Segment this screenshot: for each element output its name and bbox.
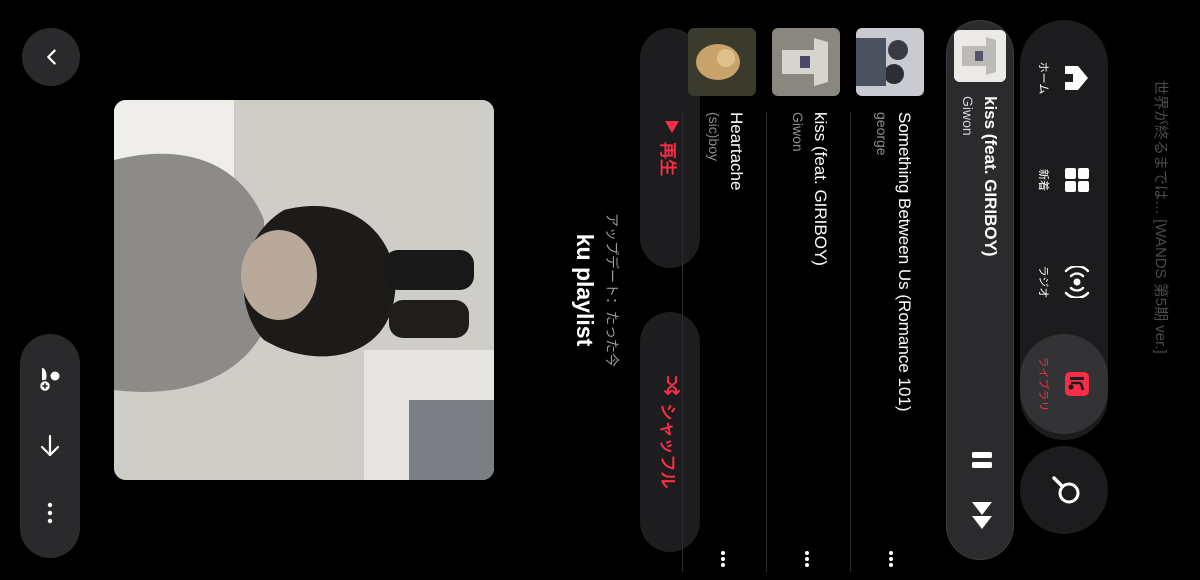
pause-button[interactable] bbox=[960, 440, 1000, 480]
song-artwork bbox=[772, 28, 840, 96]
radio-icon bbox=[1059, 265, 1092, 299]
song-artist: Giwon bbox=[790, 112, 806, 152]
tab-home-label: ホーム bbox=[1037, 61, 1050, 95]
song-title: Something Between Us (Romance 101) bbox=[895, 112, 914, 412]
mini-player[interactable]: kiss (feat. GIRIBOY) Giwon bbox=[946, 20, 1014, 560]
row-divider bbox=[766, 112, 767, 572]
song-row[interactable]: kiss (feat. GIRIBOY) Giwon bbox=[766, 28, 848, 572]
background-track-text: 世界が終るまでは… [WANDS 第5期 ver.] bbox=[1152, 80, 1169, 354]
more-icon[interactable] bbox=[30, 493, 70, 533]
song-title: Heartache bbox=[727, 112, 746, 191]
song-artwork bbox=[856, 28, 924, 96]
play-icon bbox=[660, 120, 681, 134]
now-playing-artwork bbox=[954, 30, 1006, 82]
add-collaborator-icon[interactable] bbox=[30, 359, 70, 399]
song-row[interactable]: Something Between Us (Romance 101) georg… bbox=[850, 28, 932, 572]
tab-new[interactable]: 新着 bbox=[1020, 130, 1108, 230]
play-button-label: 再生 bbox=[658, 142, 678, 176]
tab-library-label: ライブラリ bbox=[1037, 356, 1050, 412]
arrow-forward-icon[interactable] bbox=[30, 426, 70, 466]
now-playing-artist: Giwon bbox=[960, 96, 976, 136]
background-track-strip: 世界が終るまでは… [WANDS 第5期 ver.] bbox=[1140, 20, 1180, 560]
search-button[interactable] bbox=[1020, 446, 1108, 534]
next-track-button[interactable] bbox=[960, 496, 1000, 536]
app-screen: 世界が終るまでは… [WANDS 第5期 ver.] ku playlist ア… bbox=[0, 0, 1200, 580]
more-icon[interactable] bbox=[878, 546, 904, 572]
tab-radio-label: ラジオ bbox=[1037, 265, 1050, 299]
search-icon bbox=[1045, 473, 1084, 507]
pause-icon bbox=[965, 447, 996, 473]
grid-icon bbox=[1059, 166, 1092, 194]
more-icon[interactable] bbox=[710, 546, 736, 572]
action-group bbox=[20, 334, 80, 558]
tab-library[interactable]: ライブラリ bbox=[1020, 334, 1108, 434]
chevron-down-icon bbox=[31, 37, 71, 77]
forward-icon bbox=[965, 500, 996, 532]
song-artist: (sic)boy bbox=[706, 112, 722, 162]
now-playing-title: kiss (feat. GIRIBOY) bbox=[981, 96, 1000, 257]
home-icon bbox=[1059, 63, 1092, 93]
song-artist: george bbox=[874, 112, 890, 156]
playlist-title: ku playlist bbox=[572, 233, 598, 347]
shuffle-button-label: シャッフル bbox=[658, 403, 678, 489]
library-icon bbox=[1059, 370, 1092, 398]
more-icon[interactable] bbox=[794, 546, 820, 572]
tab-radio[interactable]: ラジオ bbox=[1020, 232, 1108, 332]
playlist-artwork bbox=[114, 100, 494, 480]
row-divider bbox=[682, 112, 683, 572]
collapse-button[interactable] bbox=[22, 28, 80, 86]
tab-home[interactable]: ホーム bbox=[1020, 28, 1108, 128]
tab-new-label: 新着 bbox=[1037, 169, 1050, 191]
song-artwork bbox=[688, 28, 756, 96]
song-title: kiss (feat. GIRIBOY) bbox=[811, 112, 830, 266]
shuffle-icon bbox=[660, 375, 681, 396]
tab-bar: ホーム 新着 ラジオ ライブラリ bbox=[1020, 20, 1108, 440]
updated-time: アップデート：たった今 bbox=[604, 213, 620, 367]
song-row[interactable]: Heartache (sic)boy bbox=[682, 28, 764, 572]
row-divider bbox=[850, 112, 851, 572]
